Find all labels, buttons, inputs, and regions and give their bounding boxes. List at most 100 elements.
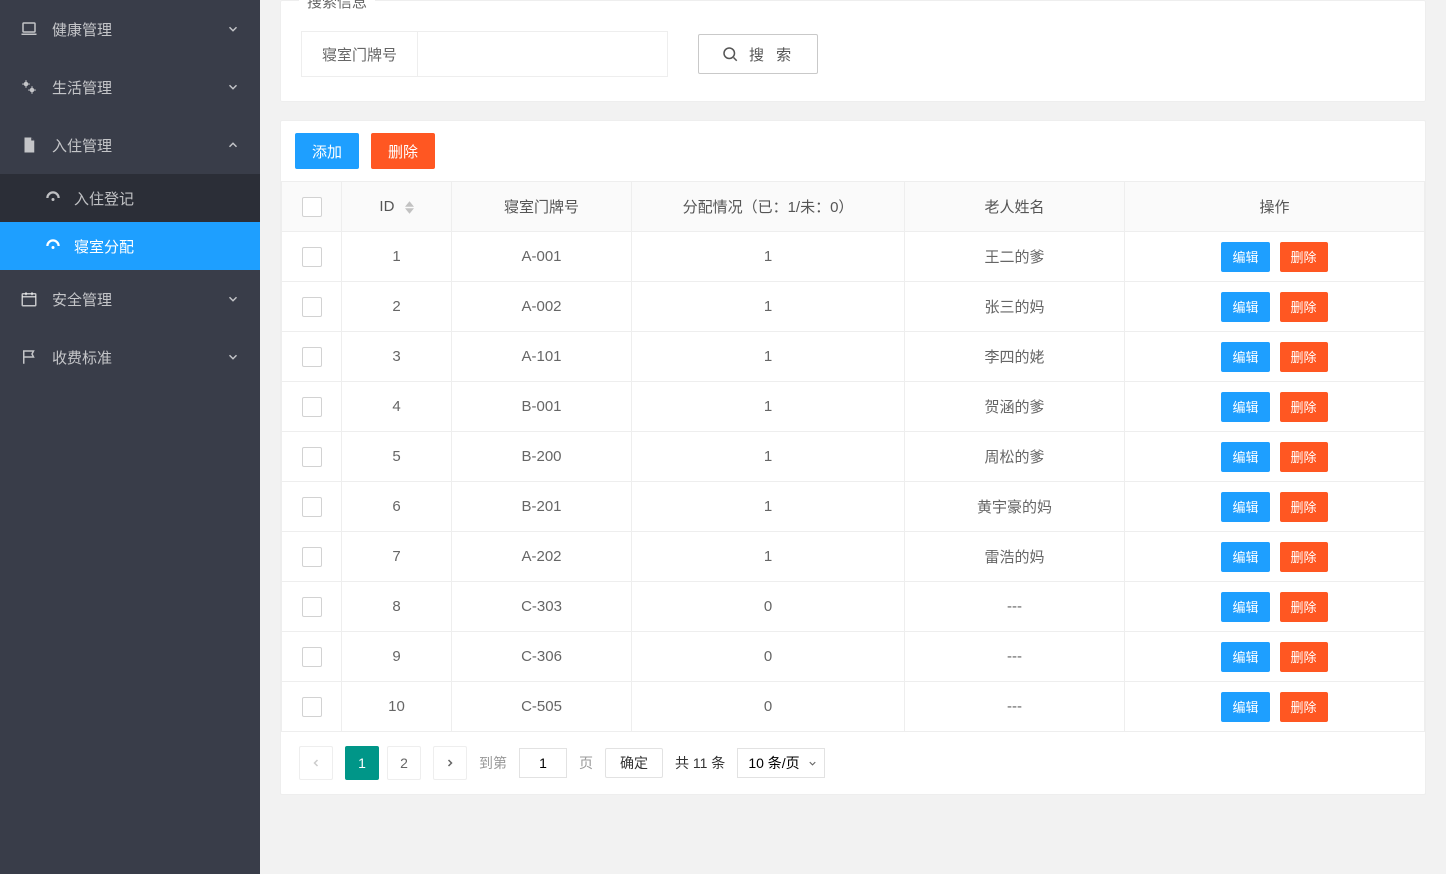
cell-room: A-001 [452,232,632,282]
col-id[interactable]: ID [342,182,452,232]
edit-button[interactable]: 编辑 [1221,592,1269,622]
row-delete-button[interactable]: 删除 [1280,592,1328,622]
cell-room: B-001 [452,382,632,432]
edit-button[interactable]: 编辑 [1221,542,1269,572]
edit-button[interactable]: 编辑 [1221,642,1269,672]
page-prev[interactable] [299,746,333,780]
cell-allocation: 0 [632,632,905,682]
sort-icon [405,201,414,214]
row-checkbox[interactable] [302,597,322,617]
edit-button[interactable]: 编辑 [1221,492,1269,522]
subnav-item-room-allocation[interactable]: 寝室分配 [0,222,260,270]
page-number[interactable]: 1 [345,746,379,780]
room-number-label: 寝室门牌号 [302,44,417,65]
row-checkbox[interactable] [302,297,322,317]
cell-name: 周松的爹 [905,432,1125,482]
nav-label: 收费标准 [52,347,112,368]
laptop-icon [20,20,38,38]
nav-item-life[interactable]: 生活管理 [0,58,260,116]
nav-label: 安全管理 [52,289,112,310]
row-delete-button[interactable]: 删除 [1280,642,1328,672]
total-count: 共 11 条 [675,753,725,773]
edit-button[interactable]: 编辑 [1221,692,1269,722]
table-toolbar: 添加 删除 [281,121,1425,181]
delete-button[interactable]: 删除 [371,133,435,169]
nav-item-checkin[interactable]: 入住管理 [0,116,260,174]
select-all-checkbox[interactable] [302,197,322,217]
table-panel: 添加 删除 ID [280,120,1426,795]
page-next[interactable] [433,746,467,780]
per-page-select[interactable]: 10 条/页 [737,748,825,778]
row-checkbox[interactable] [302,247,322,267]
cell-room: B-200 [452,432,632,482]
cell-allocation: 0 [632,582,905,632]
goto-page-input[interactable] [519,748,567,778]
col-allocation: 分配情况（已：1/未：0） [632,182,905,232]
room-number-block: 寝室门牌号 [301,31,668,77]
edit-button[interactable]: 编辑 [1221,392,1269,422]
edit-button[interactable]: 编辑 [1221,292,1269,322]
nav-item-health[interactable]: 健康管理 [0,0,260,58]
row-checkbox[interactable] [302,697,322,717]
cell-name: --- [905,632,1125,682]
edit-button[interactable]: 编辑 [1221,442,1269,472]
page-suffix: 页 [579,753,593,773]
cell-name: 张三的妈 [905,282,1125,332]
cell-name: 贺涵的爹 [905,382,1125,432]
subnav-label: 入住登记 [74,188,134,209]
cell-allocation: 1 [632,382,905,432]
table-row: 2A-0021张三的妈编辑删除 [282,282,1425,332]
cell-name: 黄宇豪的妈 [905,482,1125,532]
row-delete-button[interactable]: 删除 [1280,492,1328,522]
flag-icon [20,348,38,366]
row-checkbox[interactable] [302,347,322,367]
page-number[interactable]: 2 [387,746,421,780]
subnav-label: 寝室分配 [74,236,134,257]
subnav-item-register[interactable]: 入住登记 [0,174,260,222]
search-icon [721,45,739,63]
goto-confirm-button[interactable]: 确定 [605,748,663,778]
cell-allocation: 1 [632,482,905,532]
cell-id: 4 [342,382,452,432]
row-delete-button[interactable]: 删除 [1280,692,1328,722]
search-button[interactable]: 搜 索 [698,34,818,74]
add-button[interactable]: 添加 [295,133,359,169]
nav-item-security[interactable]: 安全管理 [0,270,260,328]
row-delete-button[interactable]: 删除 [1280,242,1328,272]
cell-allocation: 1 [632,232,905,282]
table-row: 6B-2011黄宇豪的妈 编辑删除 [282,482,1425,532]
row-checkbox[interactable] [302,497,322,517]
row-delete-button[interactable]: 删除 [1280,342,1328,372]
row-checkbox[interactable] [302,447,322,467]
row-delete-button[interactable]: 删除 [1280,392,1328,422]
table-row: 3A-1011李四的姥编辑删除 [282,332,1425,382]
chevron-down-icon [226,22,240,36]
cell-id: 6 [342,482,452,532]
row-delete-button[interactable]: 删除 [1280,292,1328,322]
nav-item-fee[interactable]: 收费标准 [0,328,260,386]
cell-room: A-002 [452,282,632,332]
table-row: 4B-0011贺涵的爹 编辑删除 [282,382,1425,432]
row-checkbox[interactable] [302,647,322,667]
row-checkbox[interactable] [302,547,322,567]
row-delete-button[interactable]: 删除 [1280,442,1328,472]
cell-room: B-201 [452,482,632,532]
cell-name: --- [905,582,1125,632]
cell-id: 5 [342,432,452,482]
nav-label: 生活管理 [52,77,112,98]
row-checkbox[interactable] [302,397,322,417]
chevron-down-icon [226,80,240,94]
cell-room: A-202 [452,532,632,582]
col-id-label: ID [379,198,394,215]
edit-button[interactable]: 编辑 [1221,342,1269,372]
edit-button[interactable]: 编辑 [1221,242,1269,272]
room-number-input[interactable] [417,32,667,76]
cell-id: 2 [342,282,452,332]
col-ops: 操作 [1125,182,1425,232]
table-header-row: ID 寝室门牌号 分配情况（已：1/未：0） 老人姓名 操作 [282,182,1425,232]
table-row: 9C-3060---编辑删除 [282,632,1425,682]
row-delete-button[interactable]: 删除 [1280,542,1328,572]
cell-name: --- [905,682,1125,732]
cell-room: C-505 [452,682,632,732]
search-panel: 搜索信息 寝室门牌号 搜 索 [280,0,1426,102]
